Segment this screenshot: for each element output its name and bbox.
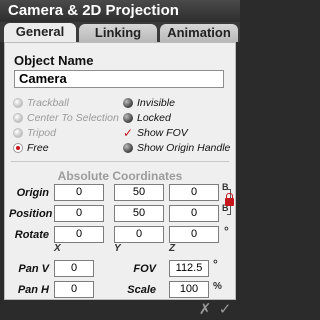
option-center-to-selection[interactable]: Center To Selection	[13, 111, 121, 125]
bottom-bar: ✗ ✓	[0, 300, 240, 320]
scale-unit-label: %	[213, 281, 222, 292]
general-panel: Object Name Camera Trackball Center To S…	[4, 42, 236, 300]
option-invisible[interactable]: Invisible	[123, 96, 233, 110]
tab-linking[interactable]: Linking	[79, 24, 157, 42]
toggle-off-icon	[123, 143, 133, 153]
cancel-button[interactable]: ✗	[196, 300, 214, 320]
origin-x-input[interactable]: 0	[54, 184, 104, 201]
tab-general[interactable]: General	[4, 23, 76, 42]
radio-selected-icon	[13, 143, 23, 153]
divider	[11, 161, 229, 162]
fov-input[interactable]: 112.5	[169, 260, 209, 277]
rotate-label: Rotate	[14, 229, 49, 241]
checkmark-icon: ✓	[123, 126, 134, 140]
axis-x-label: X	[54, 243, 61, 254]
window-title: Camera & 2D Projection	[0, 0, 240, 22]
toggle-off-icon	[123, 98, 133, 108]
tab-animation[interactable]: Animation	[160, 24, 238, 42]
origin-z-input[interactable]: 0	[169, 184, 219, 201]
toggle-off-icon	[123, 113, 133, 123]
option-tripod[interactable]: Tripod	[13, 126, 121, 140]
option-trackball[interactable]: Trackball	[13, 96, 121, 110]
option-show-fov[interactable]: ✓ Show FOV	[123, 126, 233, 140]
position-z-input[interactable]: 0	[169, 205, 219, 222]
position-x-input[interactable]: 0	[54, 205, 104, 222]
degree-unit-label: °	[224, 224, 229, 238]
object-name-label: Object Name	[14, 53, 94, 68]
absolute-coordinates-heading: Absolute Coordinates	[57, 169, 183, 183]
origin-label: Origin	[16, 187, 49, 199]
option-free[interactable]: Free	[13, 141, 121, 155]
tab-bar: General Linking Animation	[0, 22, 240, 42]
position-y-input[interactable]: 50	[114, 205, 164, 222]
radio-icon	[13, 128, 23, 138]
fov-unit-label: °	[213, 257, 218, 271]
position-label: Position	[9, 208, 53, 220]
radio-icon	[13, 113, 23, 123]
rotate-y-input[interactable]: 0	[114, 226, 164, 243]
rotate-z-input[interactable]: 0	[169, 226, 219, 243]
radio-icon	[13, 98, 23, 108]
rotate-x-input[interactable]: 0	[54, 226, 104, 243]
lock-icon[interactable]	[225, 193, 234, 206]
camera-projection-window: Camera & 2D Projection General Linking A…	[0, 0, 240, 320]
ok-button[interactable]: ✓	[216, 300, 234, 320]
origin-y-input[interactable]: 50	[114, 184, 164, 201]
pan-v-input[interactable]: 0	[54, 260, 94, 277]
object-name-input[interactable]: Camera	[14, 70, 224, 88]
scale-label: Scale	[127, 284, 156, 296]
fov-label: FOV	[133, 263, 156, 275]
pan-v-label: Pan V	[18, 263, 49, 275]
axis-y-label: Y	[114, 243, 121, 254]
pan-h-input[interactable]: 0	[54, 281, 94, 298]
pan-h-label: Pan H	[17, 284, 49, 296]
option-show-origin-handle[interactable]: Show Origin Handle	[123, 141, 233, 155]
scale-input[interactable]: 100	[169, 281, 209, 298]
axis-z-label: Z	[169, 243, 176, 254]
option-locked[interactable]: Locked	[123, 111, 233, 125]
